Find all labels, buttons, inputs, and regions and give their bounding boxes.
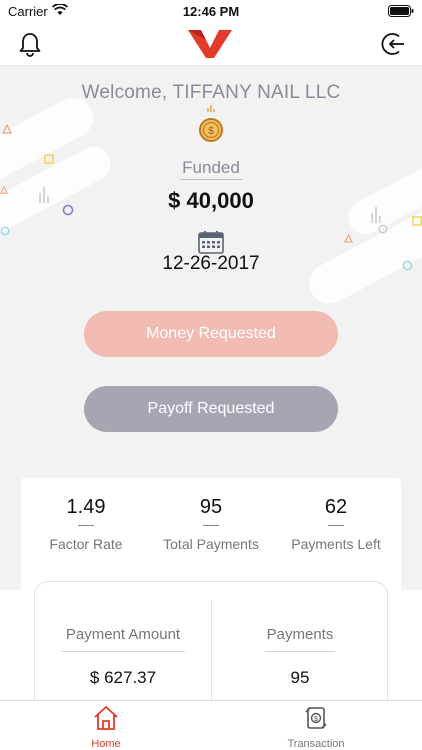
- payments-column: Payments 95: [212, 626, 388, 688]
- top-nav-bar: [0, 22, 422, 66]
- welcome-text: Welcome, TIFFANY NAIL LLC: [81, 82, 341, 103]
- payment-amount-value: $ 627.37: [89, 668, 157, 687]
- stat-label: Factor Rate: [49, 536, 123, 552]
- tab-home[interactable]: Home: [56, 705, 156, 750]
- payments-label: Payments: [266, 626, 334, 643]
- payments-underline: [265, 651, 335, 652]
- stat-factor-rate: 1.49 Factor Rate: [23, 496, 149, 552]
- stats-card: 1.49 Factor Rate 95 Total Payments 62 Pa…: [21, 478, 401, 721]
- tab-home-label: Home: [91, 738, 121, 750]
- money-requested-button[interactable]: Money Requested: [84, 311, 338, 357]
- funded-label: Funded: [182, 158, 240, 177]
- status-bar: Carrier 12:46 PM: [0, 0, 422, 22]
- stat-divider: [78, 525, 94, 526]
- svg-text:$: $: [208, 126, 214, 137]
- transaction-icon: $: [305, 707, 327, 729]
- svg-text:$: $: [314, 716, 318, 723]
- square-deco-icon: [412, 216, 422, 226]
- payoff-requested-button[interactable]: Payoff Requested: [84, 386, 338, 432]
- circle-deco-icon: [378, 224, 388, 234]
- bell-icon[interactable]: [16, 30, 44, 58]
- payment-amount-column: Payment Amount $ 627.37: [35, 626, 211, 688]
- stat-payments-left: 62 Payments Left: [273, 496, 399, 552]
- payment-amount-label: Payment Amount: [65, 626, 181, 643]
- triangle-deco-icon: [344, 234, 353, 243]
- stat-divider: [203, 525, 219, 526]
- stat-value: 1.49: [66, 496, 106, 518]
- stat-value: 62: [324, 496, 348, 518]
- status-time: 12:46 PM: [182, 4, 240, 19]
- stat-value: 95: [199, 496, 223, 518]
- home-icon: [94, 706, 118, 730]
- calendar-icon: [198, 231, 224, 254]
- logo-icon: [188, 30, 232, 58]
- tab-transaction-label: Transaction: [287, 738, 345, 750]
- funded-date: 12-26-2017: [162, 253, 260, 274]
- stat-label: Total Payments: [163, 536, 259, 552]
- coin-icon: $: [199, 105, 223, 142]
- funded-amount: $ 40,000: [168, 188, 254, 213]
- battery-icon: [388, 5, 414, 17]
- bottom-tab-bar: Home $ Transaction: [0, 700, 422, 750]
- stat-divider: [328, 525, 344, 526]
- logout-icon[interactable]: [380, 30, 408, 58]
- stat-total-payments: 95 Total Payments: [148, 496, 274, 552]
- circle-deco-icon: [0, 226, 10, 236]
- payments-value: 95: [290, 668, 310, 687]
- funded-underline: [180, 179, 242, 180]
- triangle-deco-icon: [2, 124, 12, 134]
- payment-amount-underline: [61, 651, 185, 652]
- tab-transaction[interactable]: $ Transaction: [266, 705, 366, 750]
- stat-label: Payments Left: [291, 536, 381, 552]
